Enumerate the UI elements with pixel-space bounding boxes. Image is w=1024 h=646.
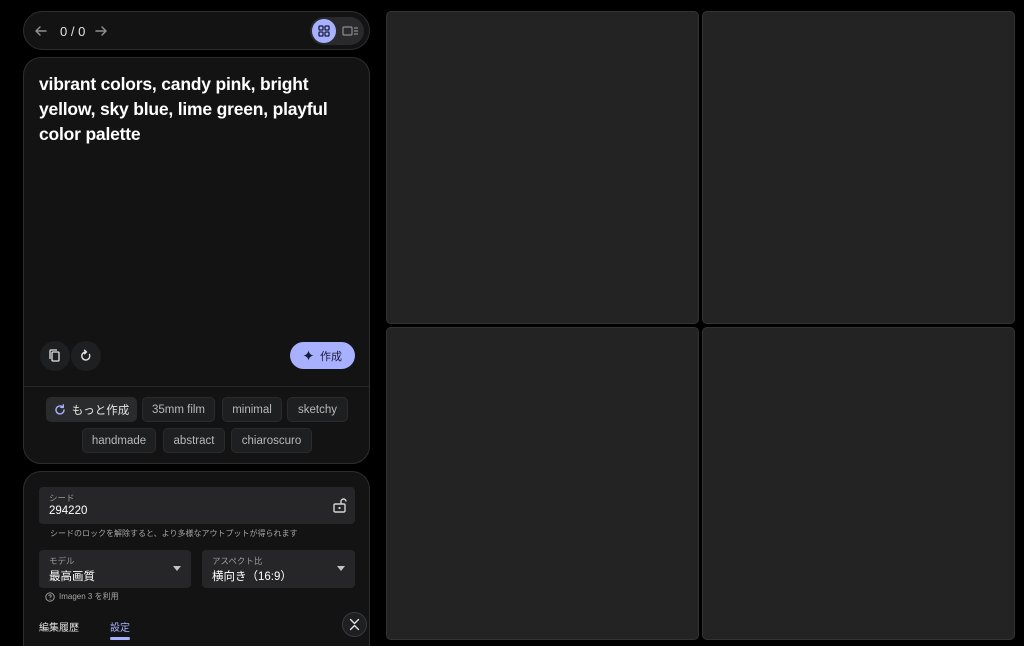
more-create-button[interactable]: もっと作成: [46, 397, 137, 422]
unlock-icon[interactable]: [332, 497, 347, 513]
model-note-text: Imagen 3 を利用: [59, 592, 119, 601]
aspect-ratio-value: 横向き（16:9）: [212, 571, 292, 583]
collapse-button[interactable]: [342, 612, 367, 637]
collapse-chevrons-icon: [349, 618, 360, 631]
grid-icon: [318, 25, 330, 37]
style-chip[interactable]: minimal: [222, 397, 282, 422]
image-counter: 0 / 0: [60, 24, 86, 39]
settings-panel: シード 294220 シードのロックを解除すると、より多様なアウトプットが得られ…: [23, 471, 370, 646]
dropdown-caret-icon: [337, 566, 345, 571]
style-chip[interactable]: chiaroscuro: [231, 428, 312, 453]
view-toggle: [310, 17, 364, 45]
seed-field[interactable]: シード 294220: [39, 487, 355, 524]
prompt-textarea[interactable]: vibrant colors, candy pink, bright yello…: [39, 72, 349, 147]
copy-button[interactable]: [40, 341, 70, 371]
style-chip[interactable]: abstract: [163, 428, 225, 453]
refresh-icon: [55, 403, 65, 415]
style-chip[interactable]: handmade: [82, 428, 156, 453]
single-view-button[interactable]: [338, 19, 362, 43]
create-button[interactable]: 作成: [290, 342, 355, 369]
divider: [24, 386, 369, 387]
navigation-bar: 0 / 0: [23, 11, 370, 50]
help-circle-icon[interactable]: [45, 591, 55, 602]
model-note: Imagen 3 を利用: [45, 591, 119, 602]
seed-label: シード: [49, 493, 75, 503]
sparkle-icon: [303, 350, 314, 361]
image-tile[interactable]: [386, 327, 699, 640]
reset-button[interactable]: [71, 341, 101, 371]
single-view-icon: [342, 26, 358, 36]
model-value: 最高画質: [49, 571, 95, 583]
aspect-ratio-label: アスペクト比: [212, 556, 263, 566]
prompt-panel: vibrant colors, candy pink, bright yello…: [23, 57, 370, 464]
create-button-label: 作成: [320, 350, 342, 363]
grid-view-button[interactable]: [312, 19, 336, 43]
reset-icon: [81, 349, 91, 361]
image-tile[interactable]: [386, 11, 699, 324]
style-chip[interactable]: 35mm film: [142, 397, 215, 422]
image-tile[interactable]: [702, 327, 1015, 640]
dropdown-caret-icon: [173, 566, 181, 571]
aspect-ratio-select[interactable]: アスペクト比 横向き（16:9）: [202, 550, 355, 588]
more-create-label: もっと作成: [71, 404, 130, 417]
arrow-right-icon[interactable]: [92, 22, 110, 40]
copy-icon: [49, 349, 60, 362]
arrow-left-icon[interactable]: [32, 22, 50, 40]
model-label: モデル: [49, 556, 75, 566]
tab-settings[interactable]: 設定: [110, 619, 130, 634]
style-chip[interactable]: sketchy: [287, 397, 348, 422]
active-tab-indicator: [110, 637, 130, 640]
model-select[interactable]: モデル 最高画質: [39, 550, 191, 588]
seed-value: 294220: [49, 505, 88, 517]
image-tile[interactable]: [702, 11, 1015, 324]
seed-helper-text: シードのロックを解除すると、より多様なアウトプットが得られます: [50, 529, 298, 538]
tab-edit-history[interactable]: 編集履歴: [39, 619, 79, 634]
